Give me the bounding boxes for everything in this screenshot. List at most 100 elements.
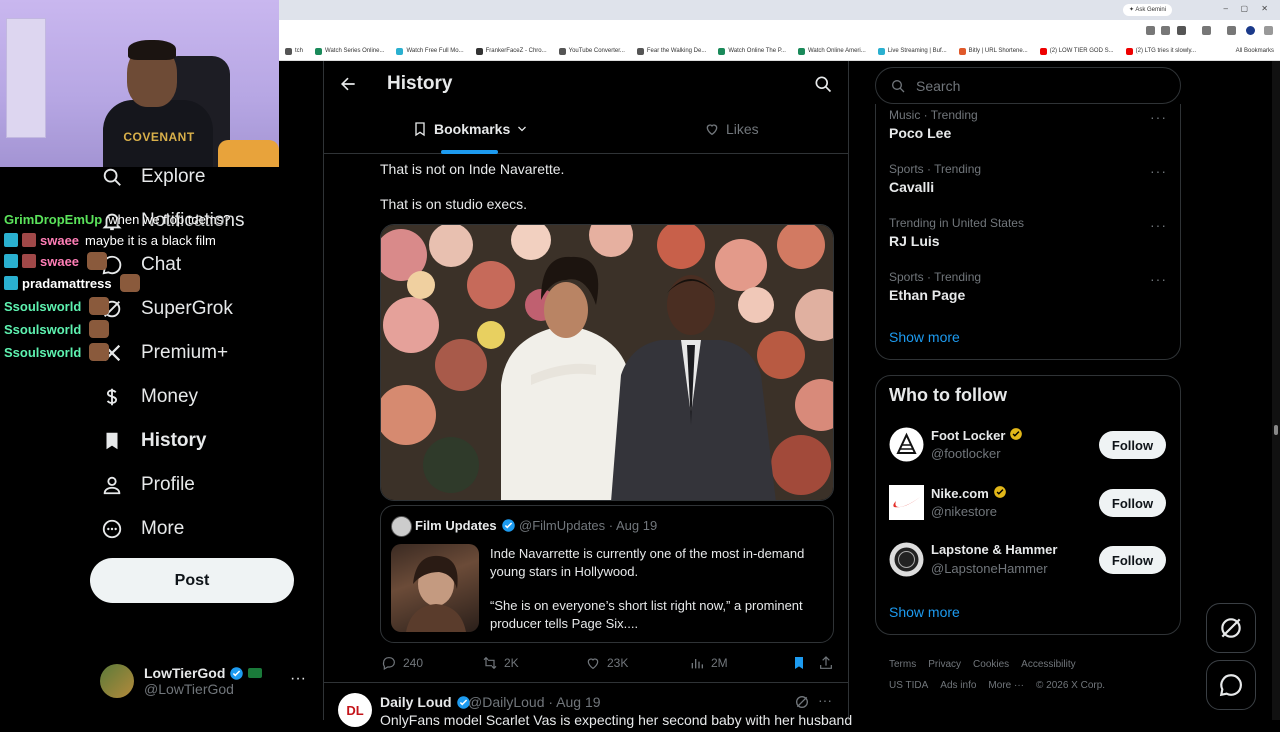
trend-more-icon[interactable]: ··· — [1150, 217, 1167, 233]
trend-title[interactable]: Cavalli — [889, 179, 934, 195]
sidepanel-icon[interactable] — [1227, 26, 1236, 35]
footer-link[interactable]: Privacy — [928, 659, 961, 670]
footer-link[interactable]: More ··· — [988, 680, 1024, 691]
all-bookmarks-button[interactable]: All Bookmarks — [1230, 48, 1280, 54]
bookmark-label: FrankerFaceZ - Chro... — [485, 48, 547, 54]
follow-button[interactable]: Follow — [1099, 489, 1166, 517]
bookmarks-bar: tch Watch Series Online... Watch Free Full… — [279, 42, 1280, 61]
chat-username[interactable]: pradamattress — [22, 276, 112, 291]
follow-suggestion-handle: @footlocker — [931, 446, 1001, 461]
follow-button[interactable]: Follow — [1099, 431, 1166, 459]
bookmark-item[interactable]: Fear the Walking De... — [631, 47, 712, 55]
chat-username[interactable]: swaee — [40, 233, 79, 248]
quote-author-name: Film Updates — [415, 518, 516, 533]
chat-username[interactable]: swaee — [40, 254, 79, 269]
repost-button[interactable]: 2K — [482, 655, 519, 671]
zoom-icon[interactable] — [1146, 26, 1155, 35]
bookmark-item[interactable]: tch — [279, 47, 309, 55]
footer-link[interactable]: Ads info — [940, 680, 976, 691]
follow-suggestion-name[interactable]: Nike.com — [931, 485, 1007, 502]
scrollbar-thumb[interactable] — [1274, 425, 1278, 435]
trend-more-icon[interactable]: ··· — [1150, 271, 1167, 287]
tweet-author-name: Daily Loud — [380, 694, 471, 710]
bookmark-item[interactable]: (2) LOW TIER GOD S... — [1034, 47, 1120, 55]
nav-item-money[interactable]: Money — [100, 375, 198, 419]
share-button[interactable] — [818, 655, 834, 671]
extensions-icon[interactable] — [1202, 26, 1211, 35]
install-icon[interactable] — [1161, 26, 1170, 35]
tweet-image[interactable] — [380, 224, 834, 501]
chat-bubble-icon — [1219, 674, 1242, 697]
follow-button[interactable]: Follow — [1099, 546, 1166, 574]
profile-icon[interactable] — [1246, 26, 1255, 35]
chat-username[interactable]: Ssoulsworld — [4, 299, 81, 314]
menu-icon[interactable] — [1264, 26, 1273, 35]
bookmark-item[interactable]: (2) LTG tries it slowly... — [1120, 47, 1202, 55]
follow-suggestion-name-text: Lapstone & Hammer — [931, 542, 1058, 557]
footer-link[interactable]: US TIDA — [889, 680, 928, 691]
footer-link[interactable]: Terms — [889, 659, 916, 670]
trend-title[interactable]: RJ Luis — [889, 233, 940, 249]
trend-more-icon[interactable]: ··· — [1150, 163, 1167, 179]
nav-item-supergrok[interactable]: SuperGrok — [100, 287, 233, 331]
bookmark-item[interactable]: Watch Online Ameri... — [792, 47, 872, 55]
nav-item-explore[interactable]: Explore — [100, 155, 205, 199]
tab-bookmarks[interactable]: Bookmarks — [412, 121, 528, 137]
avatar[interactable]: DL — [338, 693, 372, 727]
chat-username[interactable]: GrimDropEmUp — [4, 212, 102, 227]
post-button[interactable]: Post — [90, 558, 294, 603]
close-icon[interactable]: ✕ — [1261, 4, 1268, 13]
nav-item-premium[interactable]: Premium+ — [100, 331, 228, 375]
follow-show-more-link[interactable]: Show more — [889, 604, 960, 620]
star-icon[interactable] — [1177, 26, 1186, 35]
nav-item-more[interactable]: More — [100, 507, 184, 551]
minimize-icon[interactable]: – — [1224, 4, 1228, 13]
grok-float-button[interactable] — [1206, 603, 1256, 653]
bookmark-button[interactable] — [791, 655, 807, 671]
footer-link[interactable]: Accessibility — [1021, 659, 1075, 670]
follow-suggestion-name-text: Foot Locker — [931, 428, 1006, 443]
bookmark-item[interactable]: FrankerFaceZ - Chro... — [470, 47, 553, 55]
nav-item-history[interactable]: History — [100, 419, 206, 463]
all-bookmarks-label: All Bookmarks — [1235, 48, 1274, 54]
ask-gemini-button[interactable]: ✦ Ask Gemini — [1122, 4, 1172, 16]
like-button[interactable]: 23K — [585, 655, 628, 671]
search-input[interactable]: Search — [875, 67, 1181, 104]
bookmark-item[interactable]: Watch Online The P... — [712, 47, 792, 55]
bookmark-item[interactable]: Bitly | URL Shortene... — [953, 47, 1034, 55]
trend-title[interactable]: Ethan Page — [889, 287, 965, 303]
tweet-more-icon[interactable]: ··· — [818, 692, 832, 708]
trend-more-icon[interactable]: ··· — [1150, 109, 1167, 125]
account-more-icon[interactable]: ··· — [290, 670, 306, 688]
views-button[interactable]: 2M — [689, 655, 728, 671]
avatar[interactable] — [889, 542, 924, 577]
search-icon — [892, 79, 905, 92]
bookmark-item[interactable]: YouTube Converter... — [553, 47, 631, 55]
footer-link[interactable]: © 2026 X Corp. — [1036, 680, 1105, 691]
follow-suggestion-name[interactable]: Foot Locker — [931, 427, 1023, 444]
reply-button[interactable]: 240 — [381, 655, 423, 671]
bookmark-item[interactable]: Live Streaming | Buf... — [872, 47, 953, 55]
address-bar[interactable] — [279, 20, 1280, 42]
trends-show-more-link[interactable]: Show more — [889, 329, 960, 345]
maximize-icon[interactable]: ▢ — [1240, 4, 1248, 13]
search-icon[interactable] — [813, 74, 833, 94]
back-arrow-icon[interactable] — [338, 74, 358, 94]
chat-emote-icon — [89, 343, 110, 361]
trend-title[interactable]: Poco Lee — [889, 125, 951, 141]
follow-suggestion-name[interactable]: Lapstone & Hammer — [931, 542, 1057, 557]
footer-link[interactable]: Cookies — [973, 659, 1009, 670]
chat-emote-icon — [87, 252, 108, 270]
account-switcher[interactable]: LowTierGod @LowTierGod — [100, 660, 320, 702]
bookmark-favicon-icon — [285, 47, 292, 55]
messages-float-button[interactable] — [1206, 660, 1256, 710]
nav-item-profile[interactable]: Profile — [100, 463, 195, 507]
chat-username[interactable]: Ssoulsworld — [4, 322, 81, 337]
bookmark-item[interactable]: Watch Free Full Mo... — [390, 47, 469, 55]
avatar[interactable] — [889, 427, 924, 462]
scrollbar[interactable] — [1272, 61, 1280, 720]
avatar[interactable] — [889, 485, 924, 520]
chat-username[interactable]: Ssoulsworld — [4, 345, 81, 360]
tab-likes[interactable]: Likes — [704, 121, 759, 137]
bookmark-item[interactable]: Watch Series Online... — [309, 47, 390, 55]
